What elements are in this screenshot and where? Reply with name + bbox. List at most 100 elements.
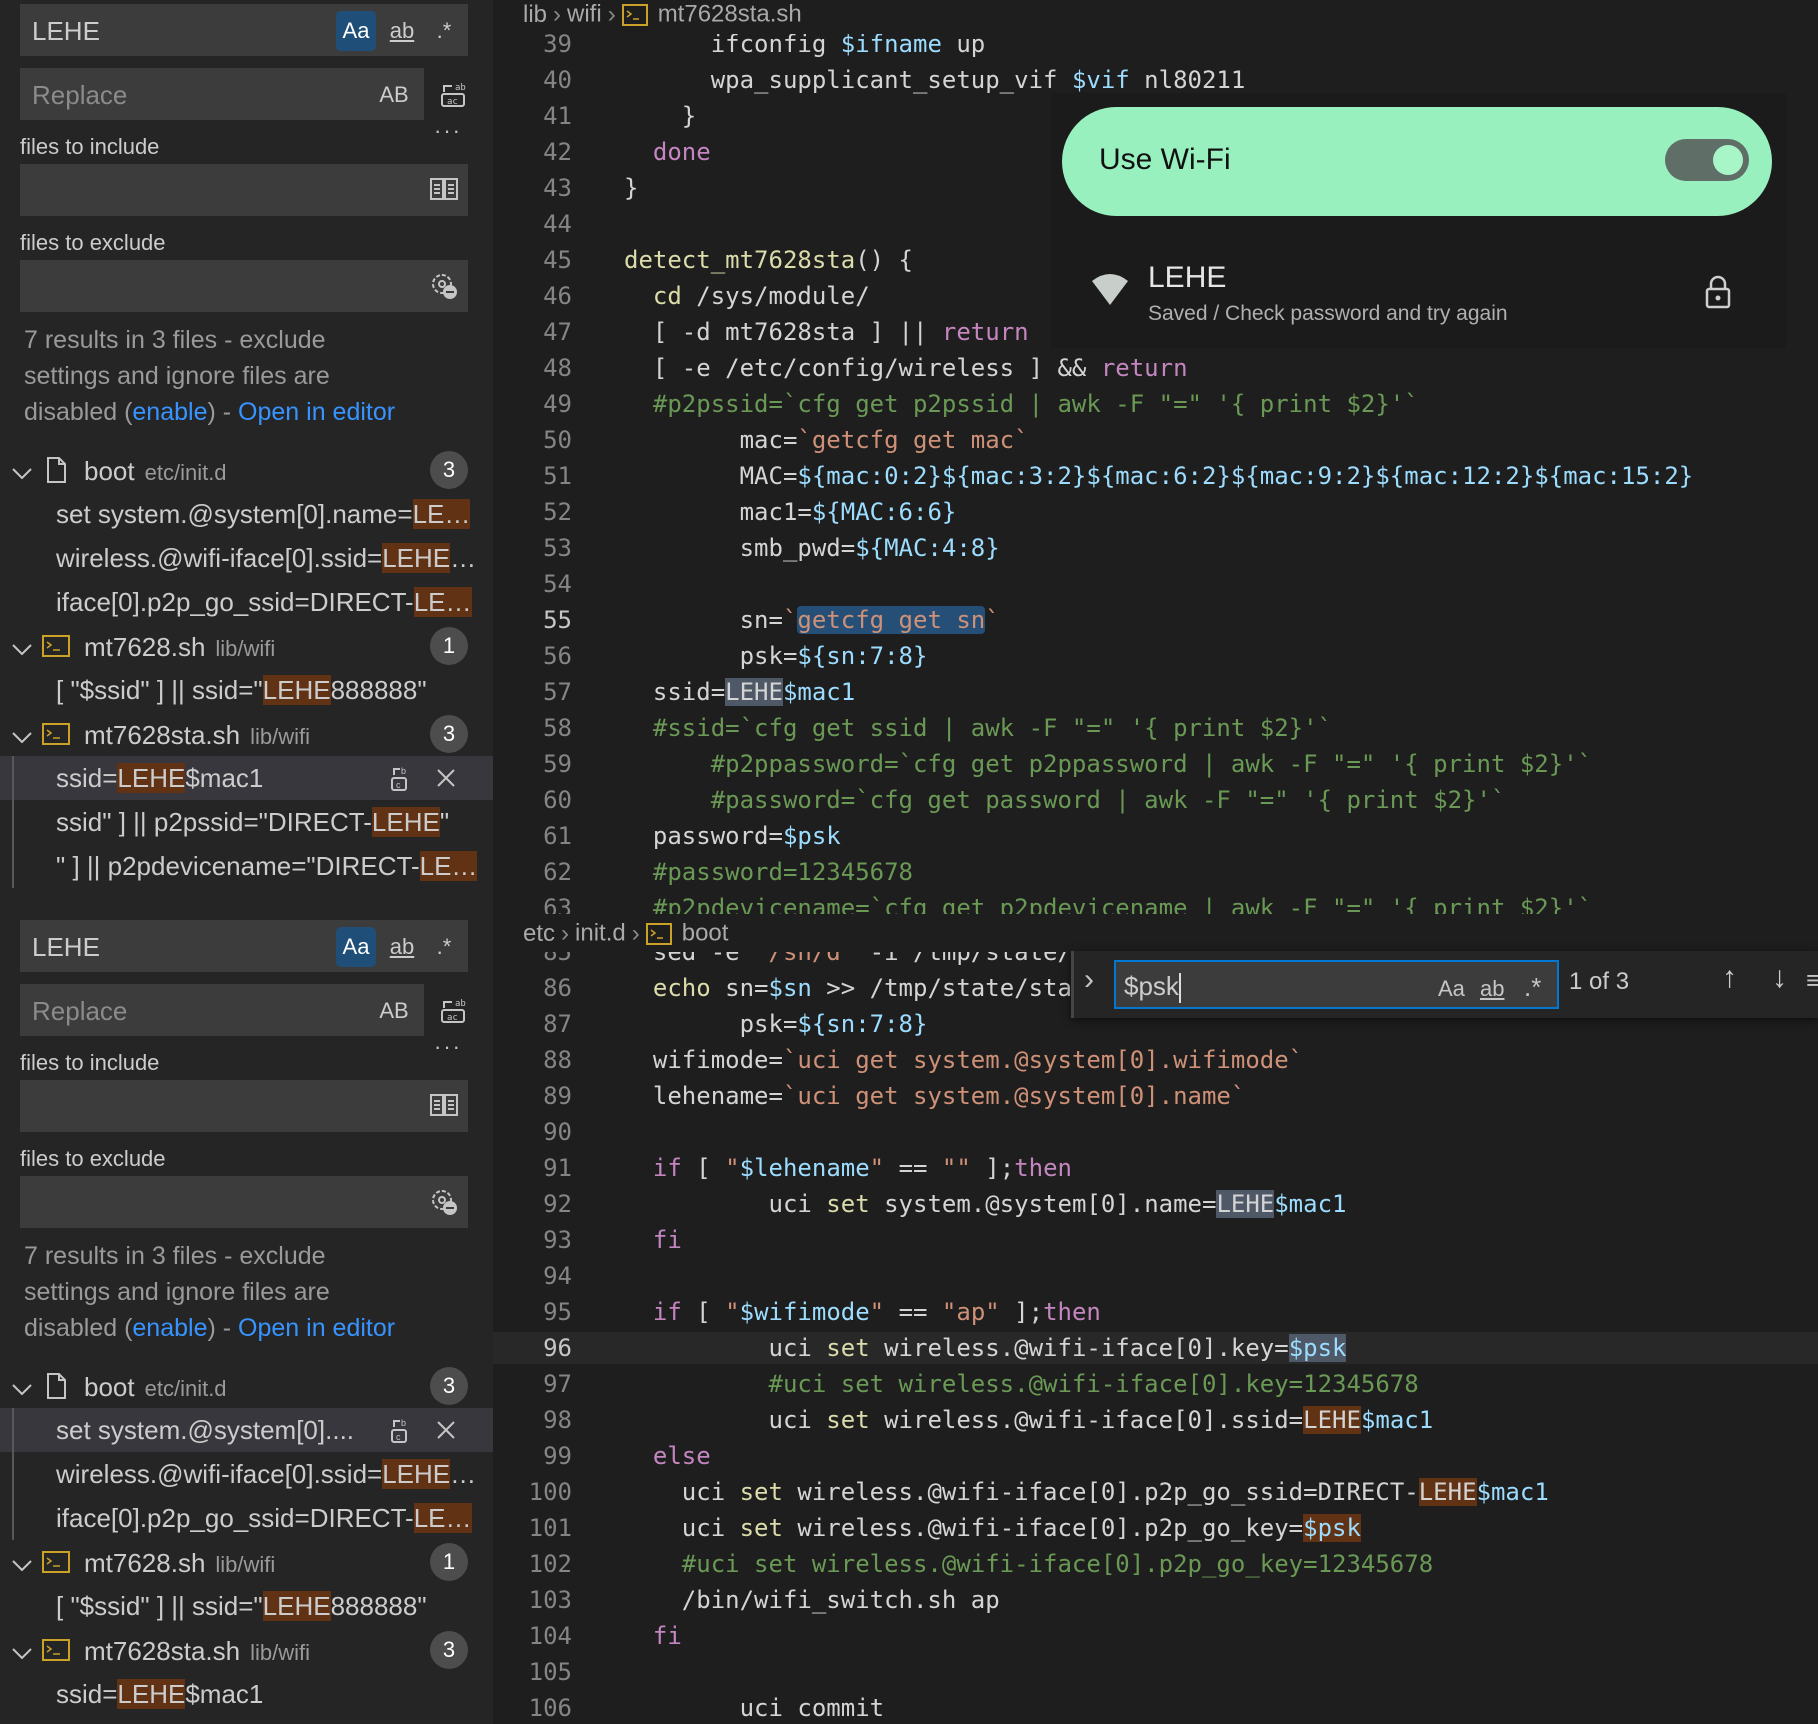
file-result-row[interactable]: mt7628.sh lib/wifi 1 <box>0 624 493 668</box>
match-result-row[interactable]: ssid" ] || p2pssid="DIRECT-LEHE" <box>0 800 493 844</box>
code-line[interactable]: 90 <box>493 1116 1818 1148</box>
code-line[interactable]: 61 password=$psk <box>493 820 1818 852</box>
code-line[interactable]: 62 #password=12345678 <box>493 856 1818 888</box>
files-include-input[interactable] <box>20 1080 468 1132</box>
regex-button[interactable]: .* <box>424 927 464 967</box>
exclude-settings-gear-icon[interactable] <box>430 1188 458 1216</box>
match-result-row[interactable]: [ "$ssid" ] || ssid="LEHE888888" <box>0 1584 493 1628</box>
chevron-down-icon[interactable] <box>8 1552 36 1580</box>
replace-input[interactable]: Replace AB <box>20 68 424 120</box>
code-line[interactable]: 99 else <box>493 1440 1818 1472</box>
match-case-button[interactable]: Aa <box>336 11 376 51</box>
find-input[interactable]: $psk Aa ab .* <box>1114 960 1559 1009</box>
file-result-row[interactable]: mt7628sta.sh lib/wifi 3 <box>0 712 493 756</box>
match-result-row[interactable]: set system.@system[0].... b c <box>0 1408 493 1452</box>
code-line[interactable]: 98 uci set wireless.@wifi-iface[0].ssid=… <box>493 1404 1818 1436</box>
breadcrumb-file[interactable]: mt7628sta.sh <box>658 1 802 28</box>
code-line[interactable]: 102 #uci set wireless.@wifi-iface[0].p2p… <box>493 1548 1818 1580</box>
match-case-button[interactable]: Aa <box>336 927 376 967</box>
regex-button[interactable]: .* <box>424 11 464 51</box>
code-line[interactable]: 101 uci set wireless.@wifi-iface[0].p2p_… <box>493 1512 1818 1544</box>
breadcrumb-file[interactable]: boot <box>682 920 729 947</box>
breadcrumb-item[interactable]: lib <box>523 1 547 28</box>
code-line[interactable]: 95 if [ "$wifimode" == "ap" ];then <box>493 1296 1818 1328</box>
code-line[interactable]: 92 uci set system.@system[0].name=LEHE$m… <box>493 1188 1818 1220</box>
file-result-row[interactable]: boot etc/init.d 3 <box>0 1364 493 1408</box>
breadcrumb-item[interactable]: init.d <box>575 920 626 947</box>
close-icon[interactable] <box>432 764 460 792</box>
search-input[interactable]: LEHE Aa ab .* <box>20 920 468 972</box>
preserve-case-button[interactable]: AB <box>374 75 414 115</box>
code-line[interactable]: 91 if [ "$lehename" == "" ];then <box>493 1152 1818 1184</box>
match-result-row[interactable]: set system.@system[0].name=LE… <box>0 492 493 536</box>
match-result-row[interactable]: ssid=LEHE$mac1 b c <box>0 756 493 800</box>
toggle-replace-chevron-icon[interactable]: › <box>1084 963 1094 997</box>
match-result-row[interactable]: wireless.@wifi-iface[0].ssid=LEHE… <box>0 1452 493 1496</box>
more-options-icon[interactable]: ··· <box>434 1034 462 1060</box>
code-line[interactable]: 103 /bin/wifi_switch.sh ap <box>493 1584 1818 1616</box>
replace-icon[interactable]: bc <box>386 1416 414 1444</box>
chevron-down-icon[interactable] <box>8 1640 36 1668</box>
code-line[interactable]: 40 wpa_supplicant_setup_vif $vif nl80211 <box>493 64 1818 96</box>
open-editors-book-icon[interactable] <box>430 177 458 203</box>
code-line[interactable]: 58 #ssid=`cfg get ssid | awk -F "=" '{ p… <box>493 712 1818 744</box>
whole-word-button[interactable]: ab <box>1480 976 1504 1002</box>
file-result-row[interactable]: mt7628.sh lib/wifi 1 <box>0 1540 493 1584</box>
whole-word-button[interactable]: ab <box>382 11 422 51</box>
exclude-settings-gear-icon[interactable] <box>430 272 458 300</box>
match-result-row[interactable]: iface[0].p2p_go_ssid=DIRECT-LE… <box>0 1496 493 1540</box>
file-result-row[interactable]: mt7628sta.sh lib/wifi 3 <box>0 1628 493 1672</box>
code-line[interactable]: 88 wifimode=`uci get system.@system[0].w… <box>493 1044 1818 1076</box>
code-line[interactable]: 60 #password=`cfg get password | awk -F … <box>493 784 1818 816</box>
replace-all-icon[interactable]: ab ac <box>440 996 468 1024</box>
code-line[interactable]: 94 <box>493 1260 1818 1292</box>
breadcrumb-item[interactable]: wifi <box>567 1 602 28</box>
wifi-toggle-switch[interactable] <box>1665 139 1749 181</box>
more-options-icon[interactable]: ··· <box>434 118 462 144</box>
chevron-down-icon[interactable] <box>8 460 36 488</box>
open-in-editor-link[interactable]: Open in editor <box>238 398 395 426</box>
previous-match-arrow-up-icon[interactable]: ↑ <box>1722 961 1737 995</box>
search-input[interactable]: LEHE Aa ab .* <box>20 4 468 56</box>
code-line[interactable]: 104 fi <box>493 1620 1818 1652</box>
open-in-editor-link[interactable]: Open in editor <box>238 1314 395 1342</box>
code-line[interactable]: 51 MAC=${mac:0:2}${mac:3:2}${mac:6:2}${m… <box>493 460 1818 492</box>
chevron-down-icon[interactable] <box>8 1376 36 1404</box>
replace-input[interactable]: Replace AB <box>20 984 424 1036</box>
open-editors-book-icon[interactable] <box>430 1093 458 1119</box>
code-line[interactable]: 89 lehename=`uci get system.@system[0].n… <box>493 1080 1818 1112</box>
match-case-button[interactable]: Aa <box>1438 976 1465 1002</box>
match-result-row[interactable]: iface[0].p2p_go_ssid=DIRECT-LE… <box>0 580 493 624</box>
replace-icon[interactable]: bc <box>386 764 414 792</box>
breadcrumb-item[interactable]: etc <box>523 920 555 947</box>
code-line[interactable]: 59 #p2ppassword=`cfg get p2ppassword | a… <box>493 748 1818 780</box>
close-icon[interactable] <box>432 1416 460 1444</box>
next-match-arrow-down-icon[interactable]: ↓ <box>1772 961 1787 995</box>
replace-all-icon[interactable]: ab ac <box>440 80 468 108</box>
chevron-down-icon[interactable] <box>8 636 36 664</box>
preserve-case-button[interactable]: AB <box>374 991 414 1031</box>
regex-button[interactable]: .* <box>1524 972 1541 1003</box>
use-wifi-toggle-row[interactable]: Use Wi-Fi <box>1062 107 1772 216</box>
code-line[interactable]: 57 ssid=LEHE$mac1 <box>493 676 1818 708</box>
code-line[interactable]: 96 uci set wireless.@wifi-iface[0].key=$… <box>493 1332 1818 1364</box>
files-exclude-input[interactable] <box>20 1176 468 1228</box>
code-line[interactable]: 56 psk=${sn:7:8} <box>493 640 1818 672</box>
code-line[interactable]: 54 <box>493 568 1818 600</box>
file-result-row[interactable]: boot etc/init.d 3 <box>0 448 493 492</box>
whole-word-button[interactable]: ab <box>382 927 422 967</box>
match-result-row[interactable]: wireless.@wifi-iface[0].ssid=LEHE… <box>0 536 493 580</box>
code-line[interactable]: 106 uci commit <box>493 1692 1818 1724</box>
code-line[interactable]: 50 mac=`getcfg get mac` <box>493 424 1818 456</box>
code-line[interactable]: 97 #uci set wireless.@wifi-iface[0].key=… <box>493 1368 1818 1400</box>
code-line[interactable]: 55 sn=`getcfg get sn` <box>493 604 1818 636</box>
enable-link[interactable]: enable <box>132 398 207 426</box>
code-line[interactable]: 49 #p2pssid=`cfg get p2pssid | awk -F "=… <box>493 388 1818 420</box>
code-line[interactable]: 100 uci set wireless.@wifi-iface[0].p2p_… <box>493 1476 1818 1508</box>
files-include-input[interactable] <box>20 164 468 216</box>
code-line[interactable]: 52 mac1=${MAC:6:6} <box>493 496 1818 528</box>
match-result-row[interactable]: " ] || p2pdevicename="DIRECT-LE… <box>0 844 493 888</box>
match-result-row[interactable]: [ "$ssid" ] || ssid="LEHE888888" <box>0 668 493 712</box>
menu-icon[interactable]: ≡ <box>1806 965 1818 996</box>
enable-link[interactable]: enable <box>132 1314 207 1342</box>
